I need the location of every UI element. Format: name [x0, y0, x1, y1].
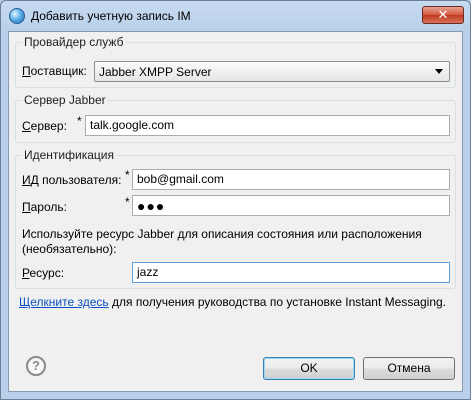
resource-label: Ресурс: — [22, 266, 65, 280]
help-link-line: Щелкните здесь для получения руководства… — [19, 295, 446, 309]
provider-label: Поставщик: — [22, 64, 87, 78]
close-button[interactable]: ✕ — [422, 6, 464, 24]
help-icon[interactable]: ? — [26, 356, 46, 376]
identification-group: Идентификация ИД пользователя: * bob@gma… — [15, 148, 456, 289]
ok-button[interactable]: OK — [263, 357, 355, 380]
provider-select-value: Jabber XMPP Server — [99, 65, 212, 79]
password-label: Пароль: — [22, 200, 67, 214]
provider-group-legend: Провайдер служб — [22, 35, 126, 49]
password-required-mark: * — [125, 195, 130, 209]
resource-input[interactable]: jazz — [132, 262, 450, 283]
user-id-required-mark: * — [125, 168, 130, 182]
instant-messaging-help-link[interactable]: Щелкните здесь — [19, 295, 109, 309]
chevron-down-icon — [435, 69, 443, 74]
server-group: Сервер Jabber Сервер: * talk.google.com — [15, 93, 456, 143]
globe-icon — [9, 8, 25, 24]
dialog-window: Добавить учетную запись IM ✕ Провайдер с… — [0, 0, 471, 400]
server-label: Сервер: — [22, 119, 67, 133]
close-icon: ✕ — [437, 7, 449, 22]
server-group-legend: Сервер Jabber — [22, 93, 108, 107]
provider-group: Провайдер служб Поставщик: Jabber XMPP S… — [15, 35, 456, 88]
identification-group-legend: Идентификация — [22, 148, 116, 162]
user-id-label: ИД пользователя: — [22, 173, 122, 187]
server-required-mark: * — [77, 114, 82, 128]
password-input[interactable]: ●●● — [132, 195, 450, 216]
resource-hint-text: Используйте ресурс Jabber для описания с… — [22, 227, 422, 256]
help-link-description: для получения руководства по установке I… — [108, 295, 447, 309]
cancel-button[interactable]: Отмена — [363, 357, 455, 380]
provider-select[interactable]: Jabber XMPP Server — [94, 61, 450, 82]
window-title: Добавить учетную запись IM — [31, 9, 191, 23]
dialog-client-area: Провайдер служб Поставщик: Jabber XMPP S… — [8, 31, 463, 392]
user-id-input[interactable]: bob@gmail.com — [132, 169, 450, 190]
server-input[interactable]: talk.google.com — [85, 115, 450, 136]
title-bar[interactable]: Добавить учетную запись IM ✕ — [1, 1, 470, 31]
